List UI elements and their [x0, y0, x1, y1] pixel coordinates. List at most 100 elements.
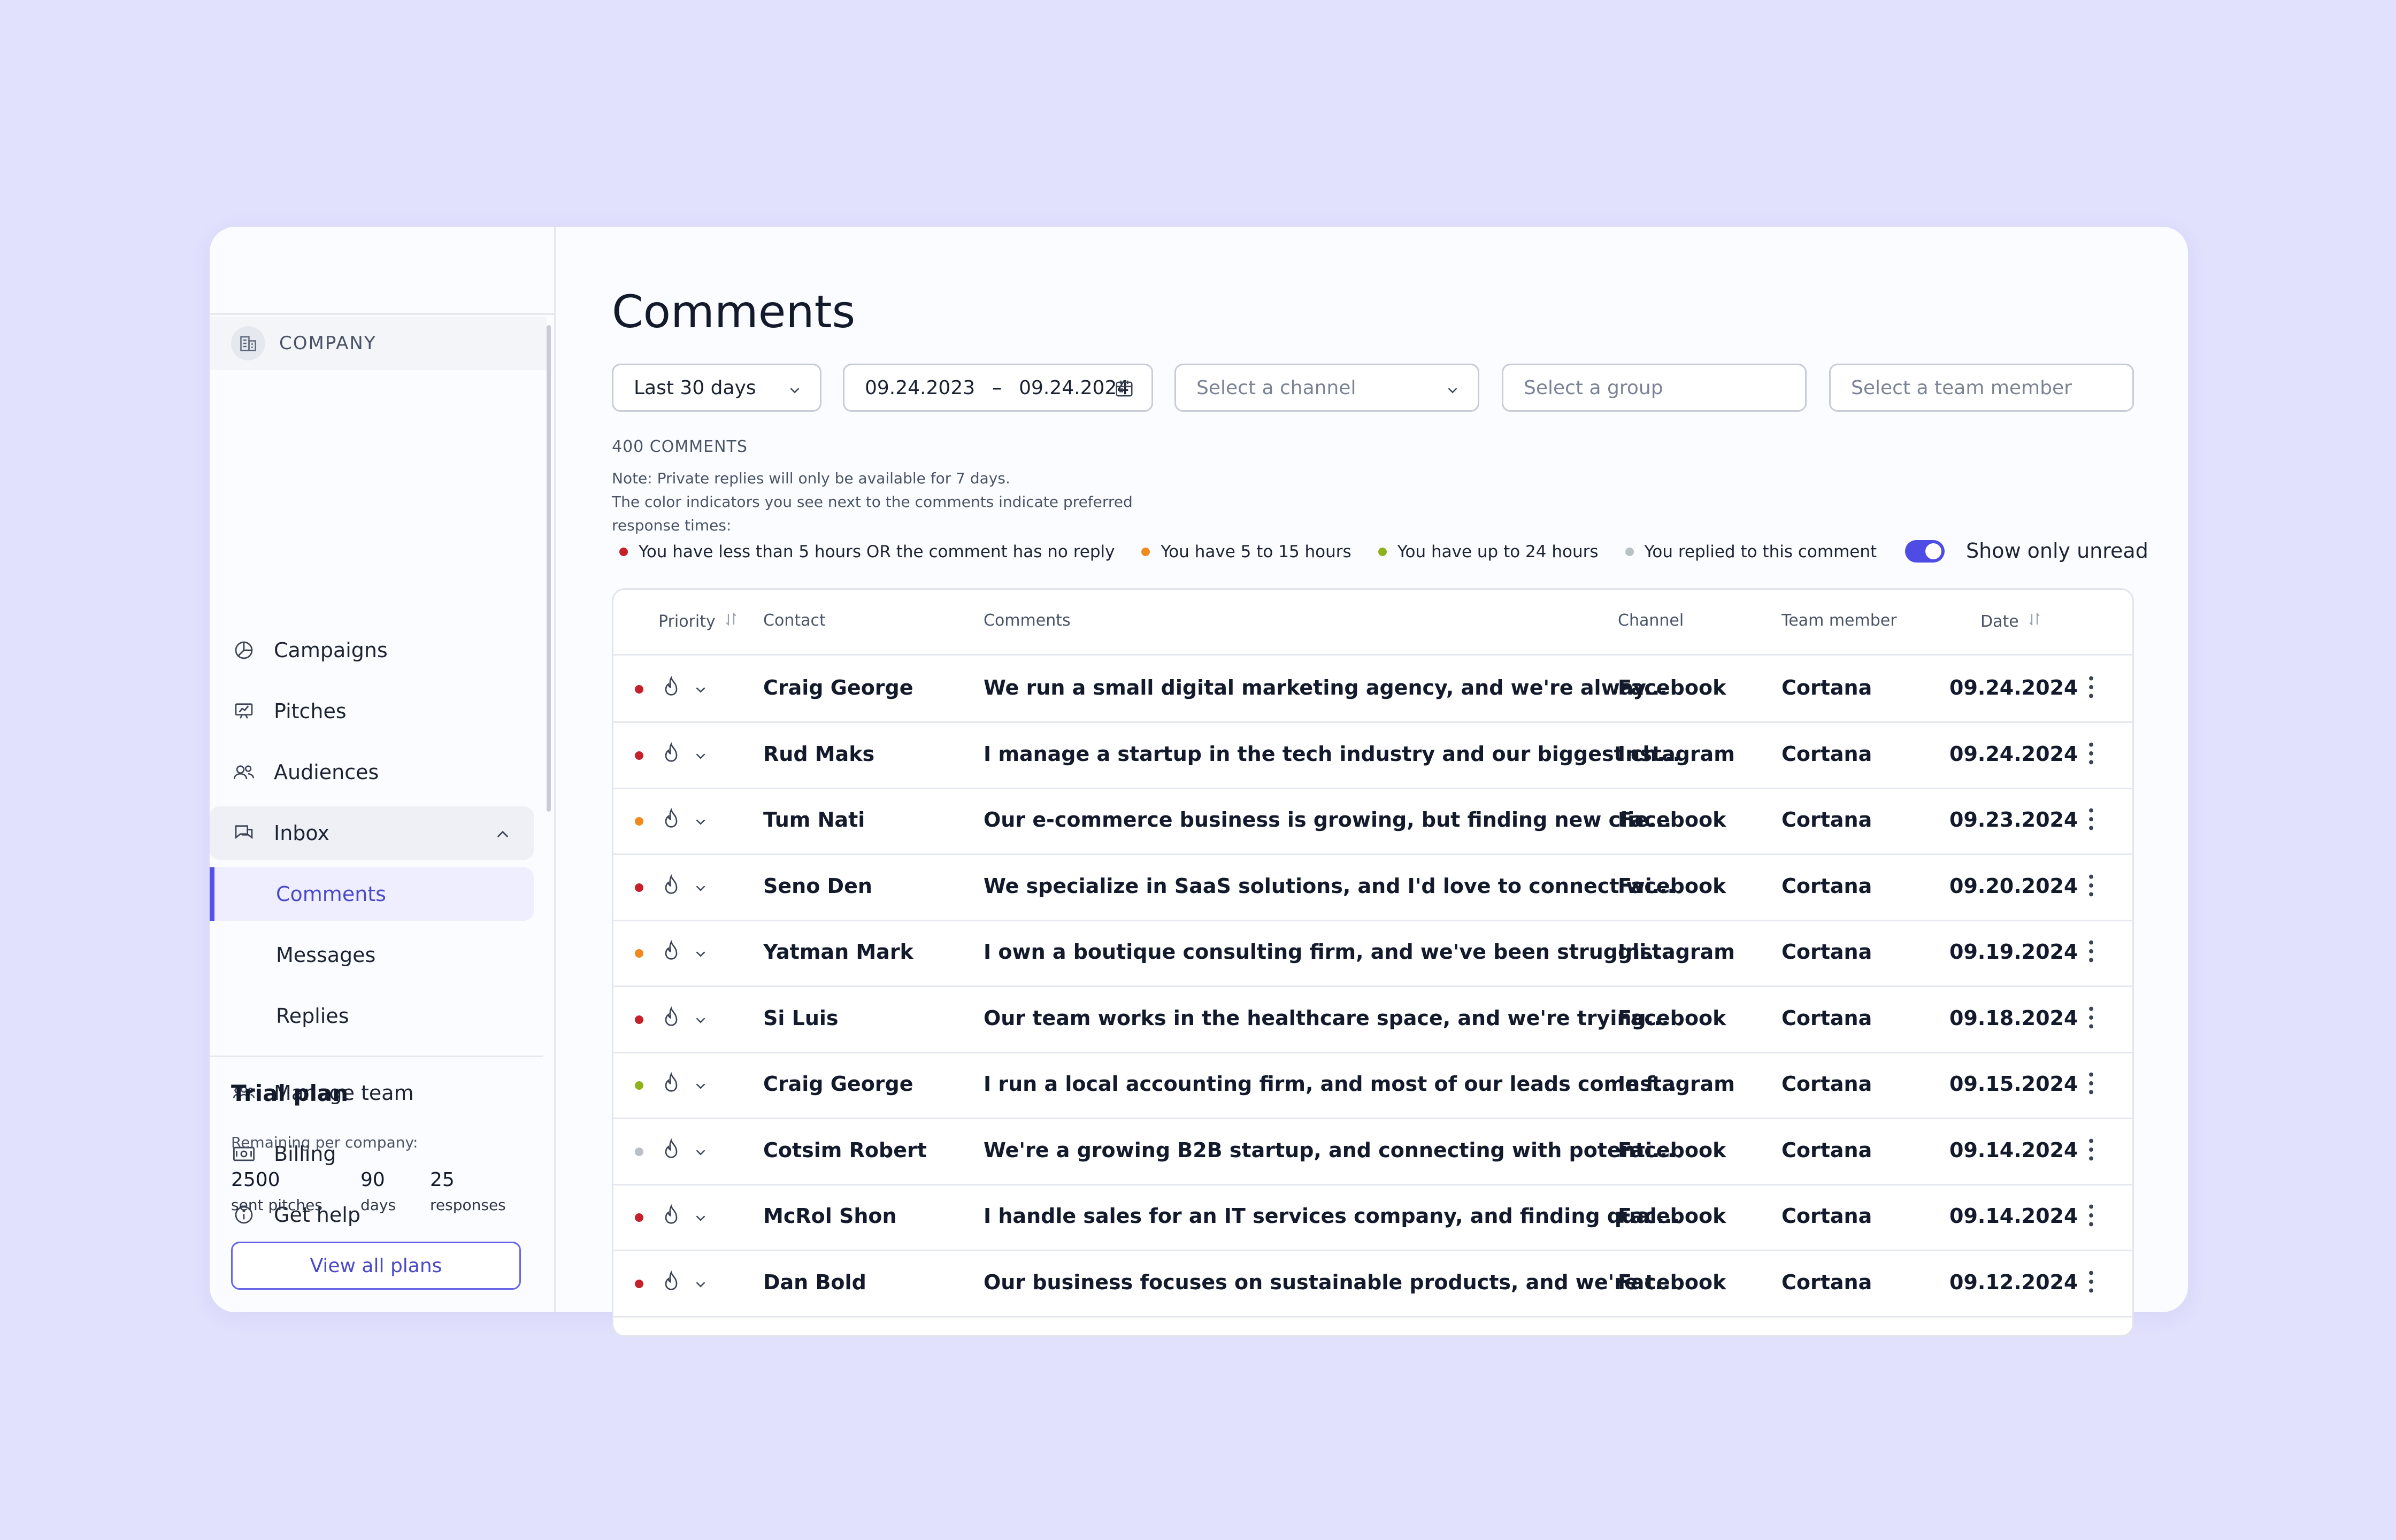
group-select[interactable]: Select a group	[1502, 364, 1807, 412]
chevron-down-icon[interactable]	[693, 1274, 709, 1297]
company-switcher[interactable]: COMPANY	[210, 317, 547, 370]
contact-name[interactable]: Dan Bold	[763, 1270, 866, 1294]
legend-dot	[1141, 548, 1150, 556]
table-row[interactable]: Yatman Mark I own a boutique consulting f…	[613, 920, 2132, 987]
column-contact[interactable]: Contact	[763, 611, 826, 630]
more-options-icon[interactable]	[2088, 873, 2094, 903]
flame-icon[interactable]	[661, 807, 682, 836]
sort-icon[interactable]	[723, 611, 739, 632]
chevron-down-icon[interactable]	[693, 1075, 709, 1099]
table-row[interactable]: Rud Maks I manage a startup in the tech i…	[613, 722, 2132, 789]
team-member-select[interactable]: Select a team member	[1829, 364, 2134, 412]
view-all-plans-button[interactable]: View all plans	[231, 1242, 521, 1290]
contact-name[interactable]: Yatman Mark	[763, 940, 913, 964]
flame-icon[interactable]	[661, 1006, 682, 1035]
sidebar-item-replies[interactable]: Replies	[210, 989, 534, 1043]
chevron-down-icon[interactable]	[693, 811, 709, 835]
table-row[interactable]: Craig George I run a local accounting fir…	[613, 1052, 2132, 1119]
flame-icon[interactable]	[661, 1072, 682, 1100]
legend-item: You have less than 5 hours OR the commen…	[612, 542, 1115, 561]
column-comments[interactable]: Comments	[984, 611, 1071, 630]
comment-text[interactable]: I handle sales for an IT services compan…	[984, 1204, 1680, 1228]
comments-table: Priority Contact Comments Channel Team m…	[612, 588, 2134, 1337]
priority-dot	[635, 1213, 643, 1222]
comment-text[interactable]: I manage a startup in the tech industry …	[984, 742, 1680, 766]
more-options-icon[interactable]	[2088, 807, 2094, 836]
table-row[interactable]: Seno Den We specialize in SaaS solutions,…	[613, 854, 2132, 921]
table-row[interactable]: Cotsim Robert We're a growing B2B startup…	[613, 1118, 2132, 1185]
more-options-icon[interactable]	[2088, 1203, 2094, 1233]
comment-text[interactable]: We run a small digital marketing agency,…	[984, 676, 1668, 699]
contact-name[interactable]: McRol Shon	[763, 1204, 897, 1228]
chevron-up-icon[interactable]	[494, 825, 511, 848]
sidebar-item-comments[interactable]: Comments	[210, 867, 534, 921]
contact-name[interactable]: Craig George	[763, 1072, 913, 1096]
flame-icon[interactable]	[661, 1204, 682, 1233]
company-label: COMPANY	[279, 333, 377, 354]
comment-text[interactable]: We specialize in SaaS solutions, and I'd…	[984, 874, 1675, 898]
table-row[interactable]: Tum Nati Our e-commerce business is growi…	[613, 788, 2132, 855]
contact-name[interactable]: Si Luis	[763, 1006, 839, 1030]
more-options-icon[interactable]	[2088, 1005, 2094, 1035]
more-options-icon[interactable]	[2088, 675, 2094, 704]
plan-stat-value: 25	[430, 1169, 455, 1191]
comment-text[interactable]: I own a boutique consulting firm, and we…	[984, 940, 1670, 964]
table-row[interactable]: Si Luis Our team works in the healthcare …	[613, 986, 2132, 1053]
chevron-down-icon[interactable]	[693, 1142, 709, 1165]
table-row[interactable]: Dan Bold Our business focuses on sustaina…	[613, 1250, 2132, 1318]
sidebar-scrollbar[interactable]	[547, 325, 551, 812]
flame-icon[interactable]	[661, 874, 682, 903]
contact-name[interactable]: Rud Maks	[763, 742, 874, 766]
chevron-down-icon[interactable]	[693, 1207, 709, 1231]
date-range-picker[interactable]: 09.24.2023 – 09.24.2024	[843, 364, 1153, 412]
comment-text[interactable]: Our business focuses on sustainable prod…	[984, 1270, 1678, 1294]
contact-name[interactable]: Tum Nati	[763, 808, 865, 831]
team-member-name: Cortana	[1781, 1204, 1872, 1228]
channel-select[interactable]: Select a channel	[1174, 364, 1479, 412]
column-priority[interactable]: Priority	[658, 611, 739, 632]
sidebar-item-audiences[interactable]: Audiences	[210, 745, 534, 799]
contact-name[interactable]: Seno Den	[763, 874, 872, 898]
flame-icon[interactable]	[661, 742, 682, 771]
chevron-down-icon[interactable]	[693, 679, 709, 703]
period-select[interactable]: Last 30 days	[612, 364, 821, 412]
sidebar-item-campaigns[interactable]: Campaigns	[210, 623, 534, 677]
comment-text[interactable]: Our e-commerce business is growing, but …	[984, 808, 1671, 831]
column-channel[interactable]: Channel	[1618, 611, 1684, 630]
chevron-down-icon[interactable]	[693, 943, 709, 967]
team-member-name: Cortana	[1781, 676, 1872, 699]
chevron-down-icon[interactable]	[693, 877, 709, 901]
more-options-icon[interactable]	[2088, 1137, 2094, 1167]
table-row[interactable]: McRol Shon I handle sales for an IT servi…	[613, 1184, 2132, 1251]
sidebar-item-messages[interactable]: Messages	[210, 928, 534, 982]
show-unread-toggle[interactable]	[1905, 540, 1945, 563]
more-options-icon[interactable]	[2088, 1269, 2094, 1299]
calendar-icon[interactable]	[1114, 378, 1134, 403]
plan-title: Trial plan	[231, 1080, 349, 1106]
comment-text[interactable]: I run a local accounting firm, and most …	[984, 1072, 1677, 1096]
flame-icon[interactable]	[661, 1138, 682, 1167]
team-member-name: Cortana	[1781, 1138, 1872, 1162]
more-options-icon[interactable]	[2088, 939, 2094, 968]
chevron-down-icon	[787, 381, 803, 403]
chevron-down-icon[interactable]	[693, 745, 709, 769]
comment-text[interactable]: Our team works in the healthcare space, …	[984, 1006, 1669, 1030]
sidebar-item-label: Messages	[276, 943, 376, 967]
chevron-down-icon[interactable]	[693, 1010, 709, 1033]
sidebar-item-inbox[interactable]: Inbox	[210, 806, 534, 860]
sidebar-item-pitches[interactable]: Pitches	[210, 684, 534, 738]
plan-stat-pitches: 2500 sent pitches	[231, 1169, 322, 1214]
comment-text[interactable]: We're a growing B2B startup, and connect…	[984, 1138, 1675, 1162]
sort-icon[interactable]	[2026, 611, 2042, 632]
flame-icon[interactable]	[661, 940, 682, 968]
contact-name[interactable]: Craig George	[763, 676, 913, 699]
more-options-icon[interactable]	[2088, 1071, 2094, 1100]
more-options-icon[interactable]	[2088, 741, 2094, 771]
table-row[interactable]: Craig George We run a small digital marke…	[613, 656, 2132, 723]
contact-name[interactable]: Cotsim Robert	[763, 1138, 927, 1162]
channel-name: Instagram	[1618, 1072, 1735, 1096]
column-date[interactable]: Date	[1980, 611, 2042, 632]
flame-icon[interactable]	[661, 675, 682, 704]
flame-icon[interactable]	[661, 1270, 682, 1299]
column-team-member[interactable]: Team member	[1781, 611, 1897, 630]
